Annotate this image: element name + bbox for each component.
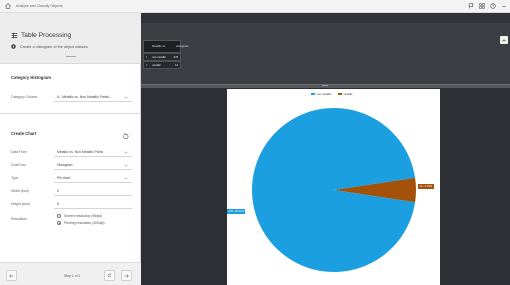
arrow-right-icon [124, 273, 129, 278]
width-input[interactable]: 5 [57, 189, 59, 193]
chevron-down-icon[interactable] [123, 176, 129, 180]
panel-header: Table Processing Create a histogram of t… [0, 13, 141, 63]
chart-card [227, 89, 440, 285]
step-indicator: Step 1 of 1 [64, 274, 81, 278]
legend-item: metallic [337, 92, 353, 96]
height-label: Height (inch) [11, 202, 31, 206]
panel-footer: Step 1 of 1 [0, 262, 141, 285]
arrow-left-icon [9, 273, 14, 278]
underline [54, 169, 132, 170]
row-index: 2 [146, 64, 148, 67]
data-from-label: Data From [11, 150, 28, 154]
category-column-label: Category Column [11, 95, 38, 99]
data-from-select[interactable]: Metallic vs. Non-Metallic Partic [57, 150, 103, 154]
chevron-down-icon[interactable] [123, 163, 129, 167]
data-label: 278 - 95.21% [227, 209, 246, 214]
chevron-down-icon[interactable] [123, 150, 129, 154]
reset-icon[interactable] [122, 133, 129, 140]
chart-into-select[interactable]: Histogram [57, 163, 72, 167]
resolution-print-option[interactable]: Printing resolution (300dpi) [57, 221, 105, 225]
table-header: Metallic vs. Histogram [143, 40, 189, 53]
chart-into-label: Chart Into [11, 163, 26, 167]
legend-label: non-metallic [316, 92, 332, 96]
table-row[interactable]: 1 non-metallic 278 [143, 53, 181, 61]
data-label: 14 - 4.79% [418, 184, 434, 189]
chart-type-select[interactable]: Pie chart [57, 176, 70, 180]
legend-label: metallic [343, 92, 353, 96]
divider [0, 113, 141, 114]
window-title: Analyze and Classify Objects [16, 4, 63, 8]
type-label: Type [11, 176, 19, 180]
underline [54, 156, 132, 157]
divider [0, 63, 141, 64]
create-chart-title: Create Chart [11, 131, 37, 136]
radio-button-selected[interactable] [57, 221, 61, 225]
height-input[interactable]: 5 [57, 202, 59, 206]
underline [54, 208, 132, 209]
legend-swatch [311, 92, 315, 96]
flag-icon[interactable] [467, 2, 475, 10]
legend-item: non-metallic [311, 92, 332, 96]
width-label: Width (inch) [11, 189, 30, 193]
data-viewer [141, 23, 510, 84]
column-header[interactable]: Histogram [176, 44, 189, 48]
help-icon[interactable] [489, 2, 497, 10]
refresh-button[interactable] [104, 270, 115, 281]
row-name: non-metallic [152, 56, 166, 59]
chart-legend: non-metallic metallic [311, 92, 353, 96]
info-icon [11, 44, 16, 49]
category-section-title: Category Histogram [11, 75, 52, 80]
expand-button[interactable] [500, 36, 508, 44]
refresh-icon [107, 273, 112, 278]
row-value: 14 [175, 64, 178, 67]
minimize-icon[interactable] [500, 2, 508, 10]
home-icon[interactable] [3, 2, 12, 11]
table-row[interactable]: 2 metallic 14 [143, 61, 181, 69]
splitter-grip[interactable] [322, 85, 328, 87]
page-description: Create a histogram of the object classes [20, 44, 88, 49]
category-column-select[interactable]: A - Metallic vs. Non-Metallic Particl... [57, 95, 112, 99]
underline [54, 195, 132, 196]
title-bar: Analyze and Classify Objects [0, 0, 510, 13]
underline [54, 182, 132, 183]
next-button[interactable] [121, 270, 132, 281]
row-index: 1 [146, 56, 148, 59]
underline [54, 101, 132, 102]
collapse-handle[interactable] [66, 56, 76, 57]
resolution-screen-option[interactable]: Screen resolution (96dpi) [57, 214, 102, 218]
radio-label: Printing resolution (300dpi) [64, 221, 105, 225]
chevron-up-icon [502, 38, 506, 41]
column-header[interactable]: Metallic vs. [152, 44, 166, 48]
grid-icon[interactable] [478, 2, 486, 10]
page-title: Table Processing [21, 32, 72, 39]
radio-button[interactable] [57, 214, 61, 218]
row-value: 278 [173, 56, 178, 59]
processing-panel: Table Processing Create a histogram of t… [0, 13, 141, 285]
table-processing-icon [11, 32, 18, 39]
chevron-down-icon[interactable] [123, 95, 129, 99]
radio-label: Screen resolution (96dpi) [64, 214, 102, 218]
resolution-label: Resolution [11, 217, 28, 221]
legend-swatch [337, 92, 342, 96]
back-button[interactable] [6, 270, 17, 281]
row-name: metallic [152, 64, 161, 67]
